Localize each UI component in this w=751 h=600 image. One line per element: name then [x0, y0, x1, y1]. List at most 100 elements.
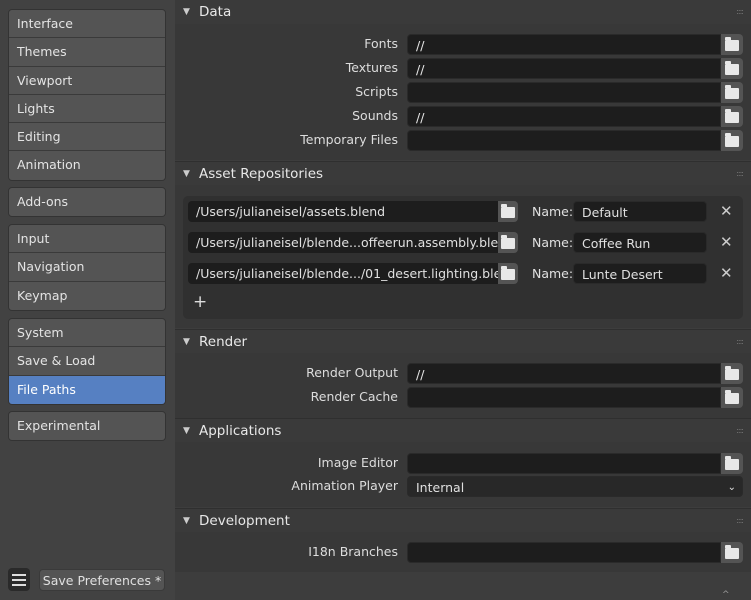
- sidebar-item-file-paths[interactable]: File Paths: [9, 375, 165, 404]
- panel-title: Asset Repositories: [199, 166, 324, 182]
- sidebar-item-interface[interactable]: Interface: [9, 10, 165, 39]
- remove-repository-button[interactable]: ✕: [720, 201, 733, 222]
- field-label: Temporary Files: [300, 132, 398, 147]
- repository-path-input[interactable]: /Users/julianeisel/blende...offeerun.ass…: [188, 232, 498, 253]
- panel-title: Data: [199, 4, 232, 20]
- sidebar-group: Experimental: [8, 411, 166, 442]
- folder-icon: [725, 545, 739, 559]
- path-input[interactable]: [407, 82, 721, 103]
- path-input[interactable]: //: [407, 106, 721, 127]
- asset-repository-row: /Users/julianeisel/assets.blend Name: Defa…: [183, 201, 743, 222]
- browse-folder-button[interactable]: [498, 263, 518, 284]
- asset-repository-row: /Users/julianeisel/blende.../01_desert.l…: [183, 263, 743, 284]
- sidebar-item-system[interactable]: System: [9, 319, 165, 348]
- folder-icon: [725, 109, 739, 123]
- scroll-up-icon[interactable]: ^: [722, 590, 730, 600]
- sidebar: Interface Themes Viewport Lights Editing Anim…: [0, 0, 175, 600]
- remove-repository-button[interactable]: ✕: [720, 232, 733, 253]
- collapse-triangle-icon: ▼: [183, 516, 190, 526]
- preferences-menu-button[interactable]: [8, 568, 30, 591]
- path-row: Scripts: [175, 82, 751, 103]
- remove-repository-button[interactable]: ✕: [720, 263, 733, 284]
- path-input[interactable]: //: [407, 363, 721, 384]
- field-label: Scripts: [355, 84, 398, 99]
- drag-grip-icon[interactable]: ::::: [736, 0, 744, 24]
- browse-folder-button[interactable]: [721, 58, 743, 79]
- collapse-triangle-icon: ▼: [183, 337, 190, 347]
- sidebar-item-themes[interactable]: Themes: [9, 38, 165, 67]
- browse-folder-button[interactable]: [721, 542, 743, 563]
- select-value: Internal: [416, 480, 465, 495]
- sidebar-item-experimental[interactable]: Experimental: [9, 412, 165, 441]
- sidebar-item-save-load[interactable]: Save & Load: [9, 347, 165, 376]
- sidebar-item-add-ons[interactable]: Add-ons: [9, 188, 165, 217]
- repository-path-input[interactable]: /Users/julianeisel/assets.blend: [188, 201, 498, 222]
- drag-grip-icon[interactable]: ::::: [736, 162, 744, 186]
- collapse-triangle-icon: ▼: [183, 169, 190, 179]
- sidebar-item-lights[interactable]: Lights: [9, 94, 165, 124]
- panel-header-data[interactable]: ▼ Data::::: [175, 0, 751, 24]
- drag-grip-icon[interactable]: ::::: [736, 419, 744, 443]
- path-input[interactable]: [407, 387, 721, 408]
- folder-icon: [725, 85, 739, 99]
- panel-header-render[interactable]: ▼ Render::::: [175, 329, 751, 353]
- browse-folder-button[interactable]: [498, 201, 518, 222]
- folder-icon: [725, 37, 739, 51]
- drag-grip-icon[interactable]: ::::: [736, 509, 744, 533]
- animation-player-row: Animation Player Internal ⌄: [175, 476, 751, 497]
- main-panel: ▼ Data:::: ▼ Asset Repositories:::: + /Use…: [175, 0, 751, 600]
- path-input[interactable]: [407, 453, 721, 474]
- name-label: Name:: [532, 266, 574, 281]
- sidebar-item-navigation[interactable]: Navigation: [9, 253, 165, 282]
- folder-icon: [501, 204, 515, 218]
- collapse-triangle-icon: ▼: [183, 426, 190, 436]
- browse-folder-button[interactable]: [721, 130, 743, 151]
- sidebar-item-keymap[interactable]: Keymap: [9, 281, 165, 310]
- name-label: Name:: [532, 235, 574, 250]
- path-row: Render Output //: [175, 363, 751, 384]
- path-row: Fonts //: [175, 34, 751, 55]
- repository-name-input[interactable]: Default: [573, 201, 707, 222]
- panel-header-applications[interactable]: ▼ Applications::::: [175, 418, 751, 442]
- browse-folder-button[interactable]: [721, 387, 743, 408]
- repository-name-input[interactable]: Lunte Desert: [573, 263, 707, 284]
- folder-icon: [725, 61, 739, 75]
- sidebar-group: System Save & Load File Paths: [8, 318, 166, 405]
- panel-title: Development: [199, 513, 290, 529]
- field-label: Render Cache: [310, 389, 398, 404]
- path-input[interactable]: [407, 542, 721, 563]
- repository-path-input[interactable]: /Users/julianeisel/blende.../01_desert.l…: [188, 263, 498, 284]
- path-input[interactable]: //: [407, 34, 721, 55]
- panel-header-development[interactable]: ▼ Development::::: [175, 508, 751, 532]
- folder-icon: [501, 266, 515, 280]
- folder-icon: [501, 235, 515, 249]
- browse-folder-button[interactable]: [721, 34, 743, 55]
- sidebar-item-viewport[interactable]: Viewport: [9, 66, 165, 95]
- name-label: Name:: [532, 204, 574, 219]
- browse-folder-button[interactable]: [721, 106, 743, 127]
- panel-header-asset-repositories[interactable]: ▼ Asset Repositories::::: [175, 161, 751, 185]
- save-preferences-button[interactable]: Save Preferences *: [39, 569, 165, 591]
- browse-folder-button[interactable]: [721, 82, 743, 103]
- repository-name-input[interactable]: Coffee Run: [573, 232, 707, 253]
- field-label: Image Editor: [317, 455, 398, 470]
- field-label: I18n Branches: [308, 544, 398, 559]
- path-input[interactable]: [407, 130, 721, 151]
- browse-folder-button[interactable]: [721, 453, 743, 474]
- browse-folder-button[interactable]: [498, 232, 518, 253]
- sidebar-item-input[interactable]: Input: [9, 225, 165, 254]
- field-label: Textures: [345, 60, 398, 75]
- field-label: Fonts: [364, 36, 398, 51]
- field-label: Sounds: [352, 108, 398, 123]
- asset-repository-list: + /Users/julianeisel/assets.blend Name: De…: [183, 196, 743, 319]
- sidebar-item-animation[interactable]: Animation: [9, 151, 165, 180]
- add-repository-button[interactable]: +: [193, 292, 207, 312]
- field-label: Render Output: [306, 365, 398, 380]
- drag-grip-icon[interactable]: ::::: [736, 330, 744, 354]
- path-input[interactable]: //: [407, 58, 721, 79]
- asset-repository-row: /Users/julianeisel/blende...offeerun.ass…: [183, 232, 743, 253]
- browse-folder-button[interactable]: [721, 363, 743, 384]
- path-row: Temporary Files: [175, 130, 751, 151]
- sidebar-item-editing[interactable]: Editing: [9, 123, 165, 152]
- animation-player-select[interactable]: Internal ⌄: [407, 476, 743, 497]
